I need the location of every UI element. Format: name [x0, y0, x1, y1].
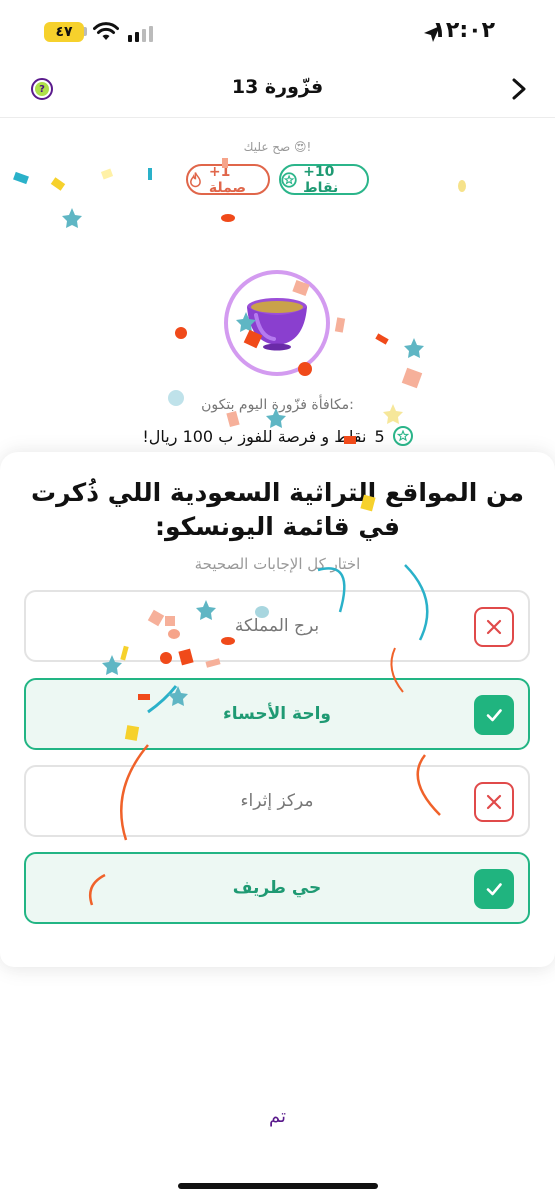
answer-option-label: حي طريف — [232, 878, 322, 898]
answer-option-label: مركز إثراء — [240, 791, 314, 811]
reward-points-value: 5 — [374, 426, 385, 446]
checkmark-icon — [474, 869, 514, 909]
answer-option[interactable]: حي طريف — [24, 852, 530, 924]
points-earned-label: +10 نقاط — [303, 163, 339, 196]
answer-option-label: برج المملكة — [234, 616, 320, 636]
header: ? فزّورة 13 — [0, 62, 555, 118]
status-bar: ٤٧ ١٢:٠٢ — [0, 0, 555, 62]
battery-indicator: ٤٧ — [44, 22, 87, 42]
reward-description: 5 نقاط و فرصة للفوز ب 100 ريال! — [0, 426, 555, 446]
status-time: ١٢:٠٢ — [432, 18, 495, 43]
battery-level: ٤٧ — [55, 24, 73, 40]
done-button[interactable]: تم — [0, 1106, 555, 1127]
reward-label: مكافأة فزّورة اليوم بتكون: — [201, 397, 354, 413]
reward-text: نقاط و فرصة للفوز ب 100 ريال! — [142, 426, 367, 446]
close-icon — [474, 607, 514, 647]
chevron-right-icon[interactable] — [507, 75, 531, 103]
praise-text: صح عليك 😍! — [243, 140, 312, 154]
answer-option-label: واحة الأحساء — [223, 704, 331, 724]
streak-label: +1 صملة — [208, 163, 247, 196]
points-earned-chip: +10 نقاط — [279, 163, 369, 196]
home-indicator — [178, 1183, 378, 1189]
flame-icon — [190, 171, 201, 187]
reward-badge — [224, 270, 330, 376]
question-text: من المواقع التراثية السعودية اللي ذُكرت … — [31, 478, 524, 541]
wifi-icon — [93, 22, 119, 40]
instruction-text: اختار كل الإجابات الصحيحة — [194, 555, 361, 573]
star-badge-icon — [281, 171, 297, 188]
cellular-signal-icon — [128, 24, 153, 42]
page-title: فزّورة 13 — [231, 76, 324, 98]
close-icon — [474, 782, 514, 822]
streak-chip: +1 صملة — [186, 163, 270, 196]
answer-option[interactable]: واحة الأحساء — [24, 678, 530, 750]
answer-option[interactable]: مركز إثراء — [24, 765, 530, 837]
star-badge-icon — [392, 426, 413, 446]
checkmark-icon — [474, 695, 514, 735]
answer-option[interactable]: برج المملكة — [24, 590, 530, 662]
bowl-icon — [247, 298, 307, 351]
